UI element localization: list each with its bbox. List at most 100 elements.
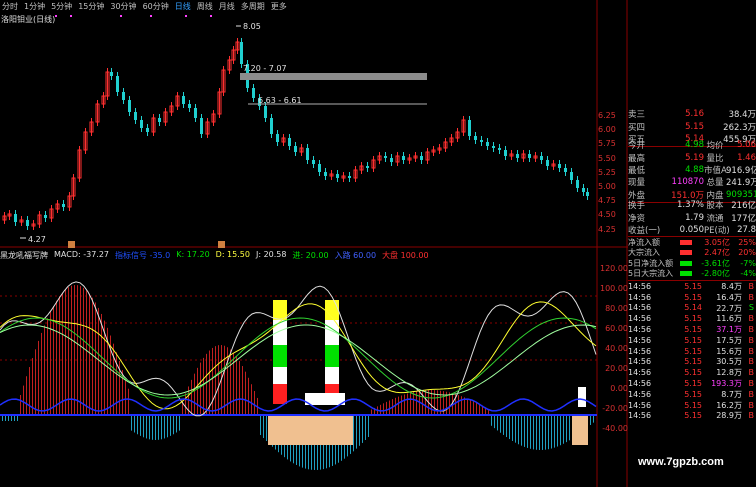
- indicator-tick-label: 80.00: [605, 304, 628, 313]
- high-price-label: 8.05: [243, 22, 261, 31]
- tick-price: 5.15: [684, 400, 702, 410]
- tick-time: 14:56: [628, 314, 652, 324]
- macd-bar: [206, 353, 207, 415]
- macd-bar: [254, 390, 255, 415]
- candle-body: [294, 146, 297, 152]
- macd-bar: [212, 347, 213, 415]
- tick-direction: B: [748, 314, 755, 324]
- stat-label: 现量: [628, 178, 646, 189]
- fund-row: 收益(一) 0.050 PE(动) 27.8: [628, 224, 756, 236]
- stat-row: 最高 5.19 量比 1.46: [628, 151, 756, 164]
- stat-row: 今开 4.98 均价 5.06: [628, 139, 756, 151]
- candle-body: [570, 172, 573, 180]
- indicator-tick-label: -20.00: [602, 404, 628, 413]
- macd-bar: [479, 404, 480, 415]
- tick-list[interactable]: 14:56 5.15 8.4万 B 14:56 5.15 16.4万 B 14:56 5.14 22…: [628, 281, 756, 421]
- macd-bar: [353, 415, 354, 452]
- macd-bar: [74, 285, 75, 415]
- fund-label: 换手: [628, 201, 646, 212]
- candle-body: [420, 156, 423, 160]
- price-tick-label: 5.25: [598, 167, 616, 177]
- macd-bar: [116, 352, 117, 415]
- band-label: 7.20 - 7.07: [243, 64, 287, 73]
- tick-volume: 8.4万: [721, 281, 742, 291]
- candle-body: [122, 92, 125, 100]
- signal-block: [273, 320, 287, 345]
- tick-volume: 22.7万: [716, 303, 742, 313]
- candle-body: [318, 164, 321, 172]
- tick-price: 5.15: [684, 281, 702, 291]
- stat-value: 1.46: [737, 152, 756, 163]
- fund-value: 216亿: [731, 201, 756, 212]
- indicator-j-label: J: 20.58: [255, 250, 287, 259]
- macd-bar: [149, 415, 150, 440]
- stat-row: 现量 110870 总量 241.9万: [628, 176, 756, 188]
- kline-chart[interactable]: 8.05 7.20 - 7.07 6.63 - 6.61 4.27: [0, 0, 628, 487]
- macd-bar: [98, 307, 99, 415]
- macd-bar: [506, 415, 507, 438]
- candle-body: [110, 72, 113, 76]
- macd-bar: [545, 415, 546, 450]
- flow-pct: 20%: [738, 248, 756, 258]
- tick-row: 14:56 5.15 8.4万 B: [628, 281, 756, 292]
- ask-volume: 262.3万: [723, 122, 756, 133]
- macd-bar: [59, 296, 60, 415]
- macd-bar: [239, 360, 240, 415]
- tick-time: 14:56: [628, 389, 652, 399]
- flow-row: 5日大宗流入 -2.80亿 -4%: [628, 269, 756, 280]
- macd-bar: [47, 318, 48, 415]
- macd-bar: [53, 306, 54, 415]
- stat-label: 量比: [706, 153, 724, 164]
- tick-price: 5.14: [684, 303, 702, 313]
- tick-row: 14:56 5.15 193.3万 B: [628, 378, 756, 389]
- event-marker: [68, 241, 75, 248]
- candle-body: [62, 204, 65, 207]
- tick-time: 14:56: [628, 400, 652, 410]
- macd-bar: [20, 395, 21, 415]
- candle-body: [158, 118, 161, 122]
- flow-label: 5日大宗流入: [628, 269, 674, 279]
- macd-bar: [548, 415, 549, 450]
- tick-direction: B: [748, 325, 755, 335]
- tick-row: 14:56 5.15 11.6万 B: [628, 313, 756, 324]
- macd-bar: [554, 415, 555, 448]
- ask-label: 买四: [628, 122, 646, 133]
- candle-body: [486, 142, 489, 146]
- macd-bar: [65, 289, 66, 415]
- stat-label: 均价: [706, 141, 724, 152]
- tick-direction: B: [748, 389, 755, 399]
- candle-body: [504, 150, 507, 156]
- macd-bar: [155, 415, 156, 440]
- macd-bar: [134, 415, 135, 433]
- indicator-header: 黑龙吼福写牌 MACD: -37.27 指标信号 -35.0 K: 17.20 …: [0, 250, 429, 261]
- candle-body: [276, 134, 279, 142]
- macd-bar: [491, 415, 492, 426]
- candle-body: [528, 154, 531, 158]
- flow-label: 净流入额: [628, 237, 660, 247]
- macd-bar: [536, 415, 537, 450]
- tick-direction: B: [748, 281, 755, 291]
- candle-body: [390, 158, 393, 162]
- macd-bar: [563, 415, 564, 444]
- macd-bar: [194, 373, 195, 415]
- indicator-tick-label: 100.00: [600, 284, 628, 293]
- signal-block: [325, 367, 339, 384]
- macd-bar: [560, 415, 561, 446]
- macd-bar: [245, 371, 246, 415]
- stat-value: 110870: [671, 177, 704, 188]
- indicator-k-label: K: 17.20: [176, 250, 210, 259]
- macd-bar: [80, 286, 81, 415]
- candle-body: [480, 140, 483, 142]
- tick-price: 5.15: [684, 325, 702, 335]
- macd-bar: [494, 415, 495, 429]
- event-marker: [150, 15, 152, 17]
- stats-panel: 今开 4.98 均价 5.06 最高 5.19 量比 1.46 最低 4.88 …: [628, 139, 756, 201]
- macd-bar: [365, 415, 366, 440]
- macd-bar: [179, 415, 180, 431]
- indicator-big-label: 大盘 100.00: [382, 251, 429, 260]
- macd-bar: [164, 415, 165, 439]
- candle-body: [516, 154, 519, 158]
- candle-body: [468, 120, 471, 136]
- macd-bar: [125, 379, 126, 415]
- price-tick-label: 4.75: [598, 196, 616, 206]
